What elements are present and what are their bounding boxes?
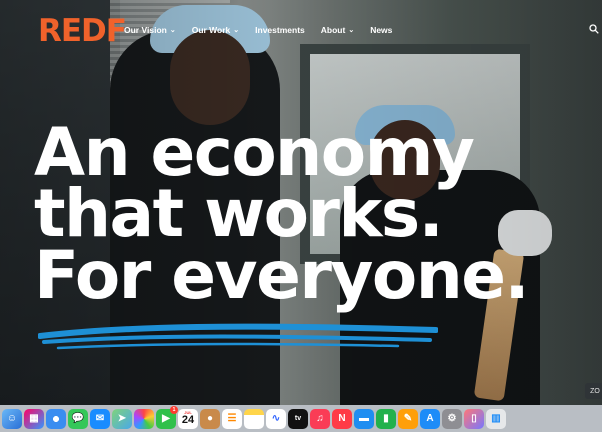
nav-news-label: News bbox=[370, 25, 393, 35]
redf-logo[interactable]: REDF bbox=[38, 16, 127, 47]
nav-investments[interactable]: Investments bbox=[255, 25, 305, 35]
macos-dock: ☺ ▦ 💬 ✉ ➤ ▶ 1 JUL 24 ● ☰ ∿ tv ♫ N ▬ ▮ ✎ … bbox=[0, 405, 602, 432]
browser-viewport: REDF Our Vision ⌄ Our Work ⌄ Investments… bbox=[0, 0, 602, 432]
nav-about-label: About bbox=[320, 25, 346, 35]
nav-investments-label: Investments bbox=[255, 25, 305, 35]
contacts-icon[interactable]: ● bbox=[200, 408, 220, 429]
keynote-icon[interactable]: ▬ bbox=[354, 408, 374, 429]
app-store-icon[interactable]: A bbox=[420, 408, 440, 429]
mail-icon[interactable]: ✉ bbox=[90, 408, 110, 429]
headline-line-1: An economy bbox=[34, 114, 475, 191]
iphone-mirroring-icon[interactable]: ▯ bbox=[464, 408, 484, 429]
photos-icon[interactable] bbox=[134, 408, 154, 429]
chevron-down-icon: ⌄ bbox=[233, 27, 240, 34]
nav-about[interactable]: About ⌄ bbox=[321, 25, 354, 35]
pages-icon[interactable]: ✎ bbox=[398, 408, 418, 429]
freeform-icon[interactable]: ∿ bbox=[266, 408, 286, 429]
finder-icon[interactable]: ☺ bbox=[2, 408, 22, 429]
headline-line-2: that works. bbox=[34, 175, 444, 253]
nav-our-work-label: Our Work bbox=[191, 25, 231, 35]
facetime-icon[interactable]: ▶ 1 bbox=[156, 405, 178, 429]
numbers-icon[interactable]: ▮ bbox=[376, 408, 396, 429]
chevron-down-icon: ⌄ bbox=[348, 27, 355, 34]
site-header: REDF Our Vision ⌄ Our Work ⌄ Investments… bbox=[0, 0, 602, 64]
trash-icon[interactable]: ▥ bbox=[486, 408, 506, 429]
hero-headline: An economy that works. For everyone. bbox=[34, 114, 530, 314]
headline-line-3: For everyone. bbox=[34, 236, 530, 314]
system-settings-icon[interactable]: ⚙ bbox=[442, 408, 462, 429]
facetime-badge: 1 bbox=[170, 405, 178, 414]
maps-icon[interactable]: ➤ bbox=[112, 408, 132, 429]
nav-our-work[interactable]: Our Work ⌄ bbox=[192, 25, 239, 35]
news-icon[interactable]: N bbox=[332, 408, 352, 429]
nav-our-vision-label: Our Vision bbox=[124, 25, 167, 35]
reminders-icon[interactable]: ☰ bbox=[222, 408, 242, 429]
main-nav: Our Vision ⌄ Our Work ⌄ Investments Abou… bbox=[124, 25, 392, 35]
notes-icon[interactable] bbox=[244, 408, 264, 429]
zoom-indicator[interactable]: ZO bbox=[585, 383, 602, 399]
launchpad-icon[interactable]: ▦ bbox=[24, 408, 44, 429]
calendar-day: 24 bbox=[181, 414, 195, 426]
headline-underline-swoosh bbox=[38, 323, 438, 350]
calendar-icon[interactable]: JUL 24 bbox=[178, 408, 198, 429]
safari-icon[interactable] bbox=[46, 408, 66, 429]
tv-icon[interactable]: tv bbox=[288, 408, 308, 429]
music-icon[interactable]: ♫ bbox=[310, 408, 330, 429]
nav-our-vision[interactable]: Our Vision ⌄ bbox=[124, 25, 176, 35]
nav-news[interactable]: News bbox=[370, 25, 392, 35]
chevron-down-icon: ⌄ bbox=[169, 27, 176, 34]
messages-icon[interactable]: 💬 bbox=[68, 408, 88, 429]
search-icon[interactable] bbox=[589, 24, 599, 37]
